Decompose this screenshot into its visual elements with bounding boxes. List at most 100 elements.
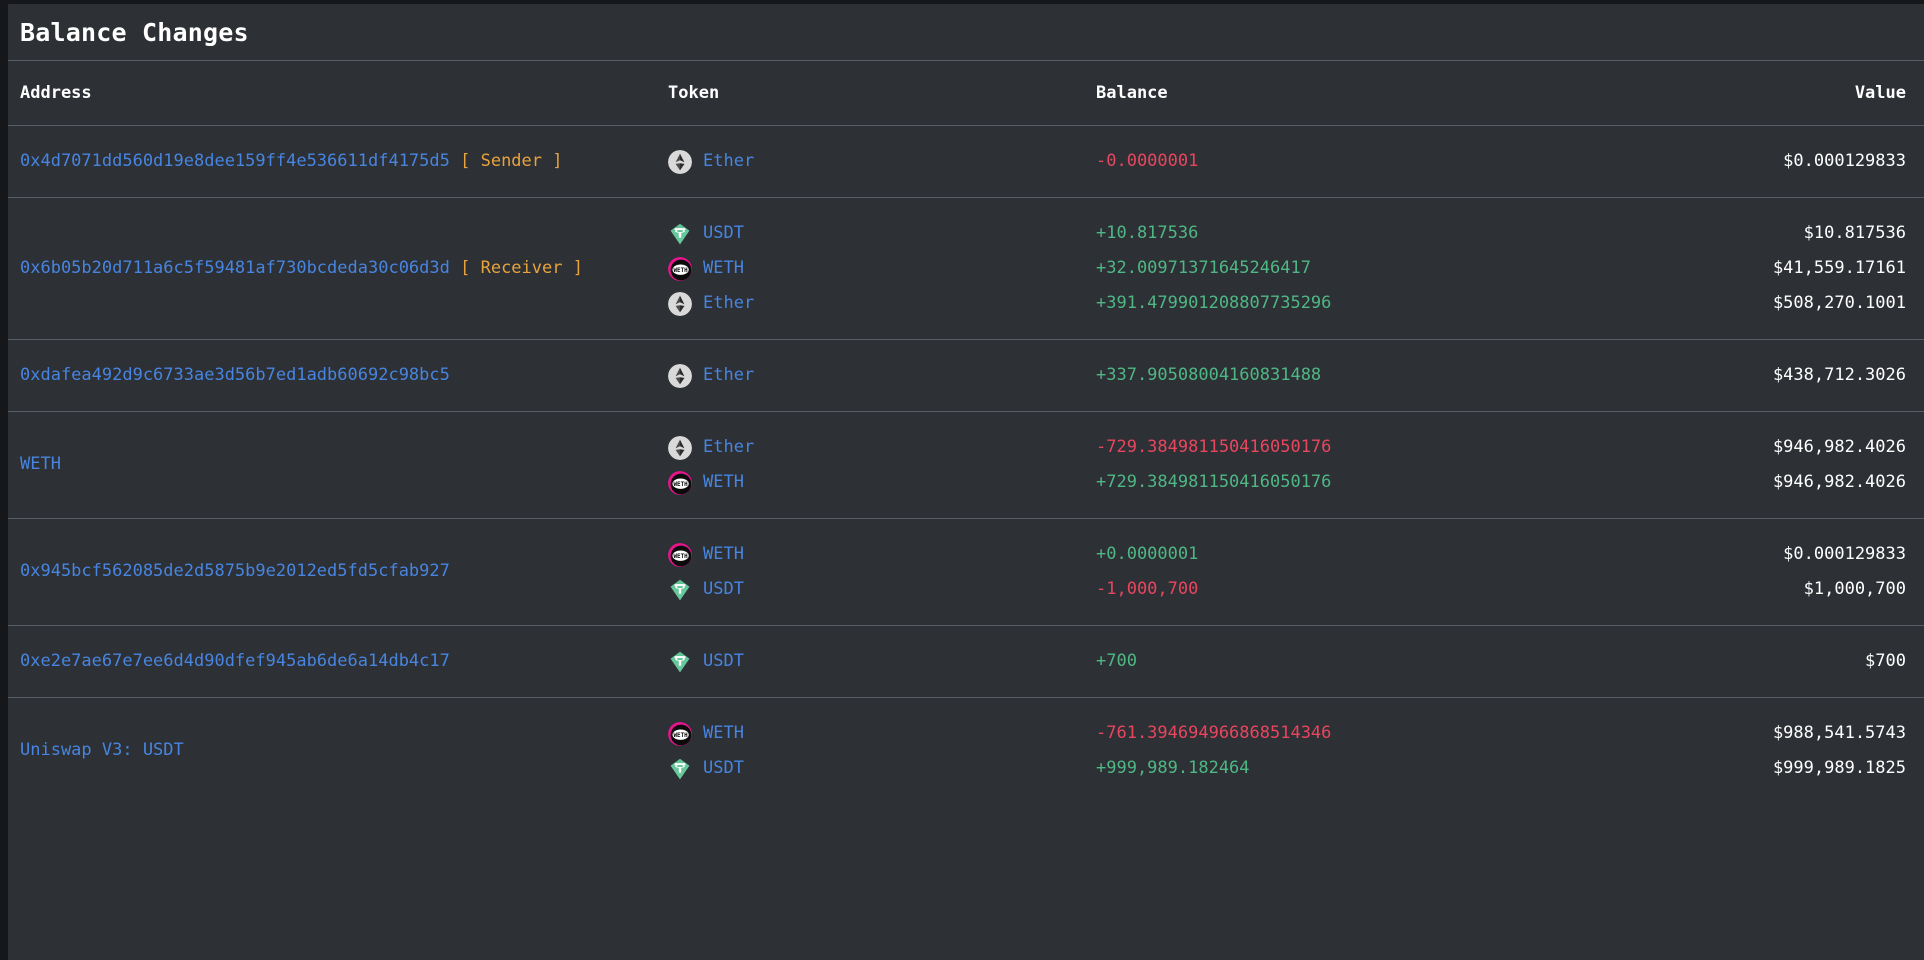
- value-amount: $988,541.5743: [1772, 722, 1906, 743]
- address-cell: Uniswap V3: USDT: [8, 698, 656, 805]
- token-name-link[interactable]: WETH: [703, 720, 744, 748]
- balance-increase: +0.0000001: [1096, 543, 1199, 564]
- token-entry: USDT: [668, 216, 1084, 251]
- balance-increase: +337.90508004160831488: [1096, 364, 1322, 385]
- token-entry: USDT: [668, 572, 1084, 607]
- balance-cell: +0.0000001 -1,000,700: [1084, 519, 1734, 626]
- value-amount: $0.000129833: [1783, 543, 1906, 564]
- value-amount: $946,982.4026: [1772, 436, 1906, 457]
- table-row: 0xe2e7ae67e7ee6d4d90dfef945ab6de6a14db4c…: [8, 625, 1924, 698]
- token-name-link[interactable]: Ether: [703, 362, 754, 390]
- weth-icon: WETH: [668, 256, 692, 281]
- token-entry: WETH WETH: [668, 537, 1084, 572]
- table-row: 0x6b05b20d711a6c5f59481af730bcdeda30c06d…: [8, 197, 1924, 340]
- ether-icon: [668, 291, 692, 316]
- token-name-link[interactable]: WETH: [703, 255, 744, 283]
- token-cell: WETH WETH USDT: [656, 698, 1084, 805]
- value-cell: $10.817536 $41,559.17161 $508,270.1001: [1734, 198, 1924, 340]
- balance-decrease: -761.394694966868514346: [1096, 722, 1332, 743]
- balance-increase: +700: [1096, 650, 1137, 671]
- value-cell: $988,541.5743 $999,989.1825: [1734, 698, 1924, 805]
- balance-increase: +999,989.182464: [1096, 757, 1250, 778]
- page-title: Balance Changes: [20, 17, 249, 47]
- token-name-link[interactable]: USDT: [703, 220, 744, 248]
- value-amount: $10.817536: [1803, 222, 1906, 243]
- token-list: WETH WETH USDT: [668, 716, 1084, 786]
- token-name-link[interactable]: Ether: [703, 434, 754, 462]
- svg-text:WETH: WETH: [674, 732, 689, 738]
- balance-changes-card: Balance Changes Address Token Balance Va…: [8, 4, 1924, 960]
- token-cell: Ether: [656, 340, 1084, 412]
- value-amount: $1,000,700: [1803, 578, 1906, 599]
- address-link[interactable]: 0xe2e7ae67e7ee6d4d90dfef945ab6de6a14db4c…: [20, 651, 450, 671]
- balance-cell: +337.90508004160831488: [1084, 340, 1734, 412]
- balance-cell: +10.817536 +32.00971371645246417 +391.4799…: [1084, 198, 1734, 340]
- usdt-icon: [670, 651, 690, 672]
- value-list: $700: [1734, 644, 1906, 679]
- value-cell: $0.000129833: [1734, 126, 1924, 198]
- table-row: 0xdafea492d9c6733ae3d56b7ed1adb60692c98b…: [8, 339, 1924, 412]
- token-entry: Ether: [668, 144, 1084, 179]
- value-amount: $0.000129833: [1783, 150, 1906, 171]
- value-list: $10.817536 $41,559.17161 $508,270.1001: [1734, 216, 1906, 321]
- balance-list: +0.0000001 -1,000,700: [1096, 537, 1734, 607]
- column-header-address: Address: [20, 83, 92, 103]
- address-cell: 0x4d7071dd560d19e8dee159ff4e536611df4175…: [8, 126, 656, 198]
- token-cell: USDT: [656, 626, 1084, 698]
- address-link[interactable]: 0x6b05b20d711a6c5f59481af730bcdeda30c06d…: [20, 258, 450, 278]
- ether-icon: [668, 149, 692, 174]
- weth-icon: WETH: [668, 470, 692, 495]
- token-entry: WETH WETH: [668, 465, 1084, 500]
- token-list: USDT: [668, 644, 1084, 679]
- token-name-link[interactable]: USDT: [703, 755, 744, 783]
- token-entry: Ether: [668, 430, 1084, 465]
- balance-list: +10.817536 +32.00971371645246417 +391.4799…: [1096, 216, 1734, 321]
- weth-icon: WETH: [668, 721, 692, 746]
- balance-decrease: -729.384981150416050176: [1096, 436, 1332, 457]
- token-name-link[interactable]: WETH: [703, 469, 744, 497]
- address-link[interactable]: 0x4d7071dd560d19e8dee159ff4e536611df4175…: [20, 151, 450, 171]
- balance-increase: +10.817536: [1096, 222, 1199, 243]
- card-header: Balance Changes: [8, 4, 1924, 60]
- usdt-icon: [670, 579, 690, 600]
- token-name-link[interactable]: USDT: [703, 576, 744, 604]
- token-list: Ether: [668, 358, 1084, 393]
- address-link[interactable]: 0xdafea492d9c6733ae3d56b7ed1adb60692c98b…: [20, 365, 450, 385]
- balance-changes-page: Balance Changes Address Token Balance Va…: [0, 0, 1924, 960]
- value-amount: $41,559.17161: [1772, 257, 1906, 278]
- token-list: WETH WETH USDT: [668, 537, 1084, 607]
- weth-icon: WETH: [668, 542, 692, 567]
- token-cell: Ether: [656, 126, 1084, 198]
- svg-text:WETH: WETH: [674, 267, 689, 273]
- value-amount: $999,989.1825: [1772, 757, 1906, 778]
- token-name-link[interactable]: USDT: [703, 648, 744, 676]
- value-list: $988,541.5743 $999,989.1825: [1734, 716, 1906, 786]
- token-name-link[interactable]: Ether: [703, 148, 754, 176]
- svg-text:WETH: WETH: [674, 481, 689, 487]
- address-link[interactable]: 0x945bcf562085de2d5875b9e2012ed5fd5cfab9…: [20, 561, 450, 581]
- svg-text:WETH: WETH: [674, 553, 689, 559]
- table-row: 0x4d7071dd560d19e8dee159ff4e536611df4175…: [8, 125, 1924, 198]
- token-list: Ether: [668, 144, 1084, 179]
- balance-increase: +32.00971371645246417: [1096, 257, 1311, 278]
- address-link[interactable]: Uniswap V3: USDT: [20, 740, 184, 760]
- balance-cell: -729.384981150416050176 +729.384981150416…: [1084, 412, 1734, 519]
- address-cell: 0x6b05b20d711a6c5f59481af730bcdeda30c06d…: [8, 198, 656, 340]
- balance-list: +337.90508004160831488: [1096, 358, 1734, 393]
- token-name-link[interactable]: WETH: [703, 541, 744, 569]
- token-list: Ether WETH WETH: [668, 430, 1084, 500]
- address-cell: 0xe2e7ae67e7ee6d4d90dfef945ab6de6a14db4c…: [8, 626, 656, 698]
- address-cell: 0xdafea492d9c6733ae3d56b7ed1adb60692c98b…: [8, 340, 656, 412]
- token-cell: Ether WETH WETH: [656, 412, 1084, 519]
- value-cell: $438,712.3026: [1734, 340, 1924, 412]
- value-list: $438,712.3026: [1734, 358, 1906, 393]
- value-cell: $946,982.4026 $946,982.4026: [1734, 412, 1924, 519]
- token-entry: USDT: [668, 644, 1084, 679]
- token-entry: Ether: [668, 286, 1084, 321]
- balance-decrease: -0.0000001: [1096, 150, 1199, 171]
- value-amount: $508,270.1001: [1772, 292, 1906, 313]
- table-row: Uniswap V3: USDT WETH WETH USDT -761.3946949…: [8, 697, 1924, 805]
- token-name-link[interactable]: Ether: [703, 290, 754, 318]
- address-link[interactable]: WETH: [20, 454, 61, 474]
- value-amount: $700: [1865, 650, 1906, 671]
